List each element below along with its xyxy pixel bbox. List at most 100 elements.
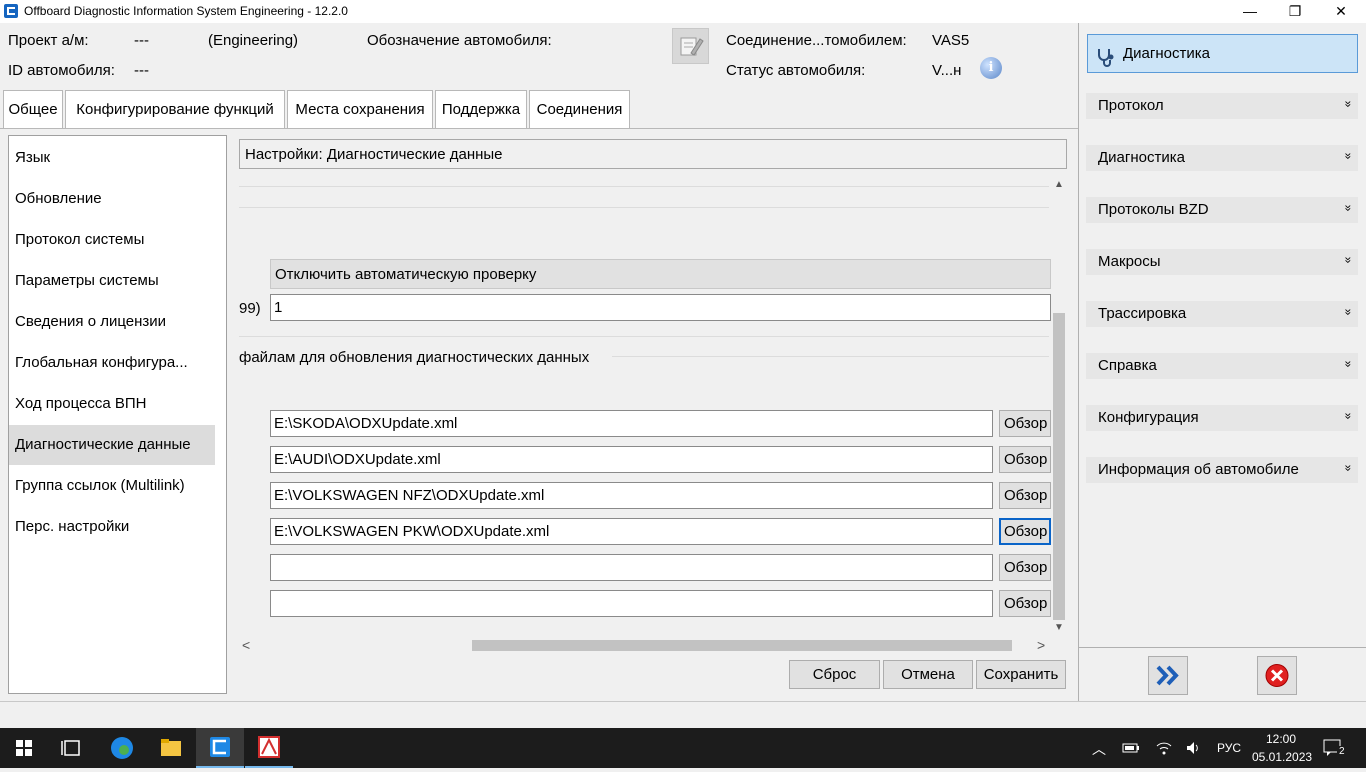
info-icon[interactable]: i [980,57,1002,79]
connection-value: VAS5 [932,32,970,49]
tab-function-config[interactable]: Конфигурирование функций [65,90,285,128]
diagnostics-button[interactable]: Диагностика [1087,34,1358,73]
horizontal-scroll-thumb[interactable] [472,640,1012,651]
section-label: Диагностика [1098,149,1185,166]
task-view-icon [61,740,80,756]
odis-taskbar-button[interactable] [196,728,244,768]
connection-label: Соединение...томобилем: [726,32,907,49]
settings-nav: Язык Обновление Протокол системы Парамет… [8,135,227,694]
windows-icon [16,740,32,756]
nav-item-global-config[interactable]: Глобальная конфигура... [9,343,215,383]
start-button[interactable] [0,728,48,768]
divider [239,186,1049,187]
panel-section-vehicle-info[interactable]: Информация об автомобиле » [1086,457,1358,483]
vehicle-status-label: Статус автомобиля: [726,62,866,79]
close-circle-icon [1265,664,1289,687]
vehicle-designation-label: Обозначение автомобиля: [367,32,552,49]
task-view-button[interactable] [48,728,96,768]
clock-time[interactable]: 12:00 [1266,732,1296,746]
notification-count: 2 [1337,746,1347,757]
odx-path-input-2[interactable]: E:\AUDI\ODXUpdate.xml [270,446,993,473]
tab-general[interactable]: Общее [3,90,63,128]
language-indicator[interactable]: РУС [1217,741,1241,755]
scroll-right-arrow[interactable]: > [1037,637,1045,653]
odx-path-input-6[interactable] [270,590,993,617]
save-button[interactable]: Сохранить [976,660,1066,689]
wifi-icon[interactable] [1155,740,1173,760]
tab-connections[interactable]: Соединения [529,90,630,128]
chevron-down-icon: » [1341,464,1356,472]
browse-button-2[interactable]: Обзор [999,446,1051,473]
nav-item-license-info[interactable]: Сведения о лицензии [9,302,215,342]
nav-item-update[interactable]: Обновление [9,179,215,219]
nav-item-personal-settings[interactable]: Перс. настройки [9,507,215,547]
section-label: Конфигурация [1098,409,1199,426]
battery-icon[interactable] [1122,741,1140,759]
nav-item-system-log[interactable]: Протокол системы [9,220,215,260]
odx-path-input-4[interactable]: E:\VOLKSWAGEN PKW\ODXUpdate.xml [270,518,993,545]
maximize-button[interactable]: ❐ [1272,0,1318,23]
panel-section-configuration[interactable]: Конфигурация » [1086,405,1358,431]
diagnostics-button-label: Диагностика [1123,45,1210,62]
scroll-down-arrow[interactable]: ▼ [1054,622,1064,633]
volume-icon[interactable] [1185,740,1203,760]
scroll-left-arrow[interactable]: < [242,637,250,653]
chevron-down-icon: » [1341,100,1356,108]
panel-section-tracing[interactable]: Трассировка » [1086,301,1358,327]
panel-section-macros[interactable]: Макросы » [1086,249,1358,275]
double-chevron-right-icon [1156,665,1179,686]
panel-section-protocol[interactable]: Протокол » [1086,93,1358,119]
edge-taskbar-button[interactable] [98,728,146,768]
nav-item-diagnostic-data[interactable]: Диагностические данные [9,425,215,465]
status-bar [0,701,1366,729]
panel-section-bzd-protocols[interactable]: Протоколы BZD » [1086,197,1358,223]
browse-button-1[interactable]: Обзор [999,410,1051,437]
tab-storage-locations[interactable]: Места сохранения [287,90,433,128]
edge-icon [111,737,133,759]
vehicle-id-value: --- [134,62,149,79]
browse-button-3[interactable]: Обзор [999,482,1051,509]
section-label: Трассировка [1098,305,1187,322]
chevron-down-icon: » [1341,360,1356,368]
nav-item-vpn-progress[interactable]: Ход процесса ВПН [9,384,215,424]
project-label: Проект а/м: [8,32,89,49]
disable-auto-check-button[interactable]: Отключить автоматическую проверку [270,259,1051,289]
odx-path-input-5[interactable] [270,554,993,581]
nav-item-language[interactable]: Язык [9,138,215,178]
vehicle-id-label: ID автомобиля: [8,62,115,79]
edit-vehicle-button[interactable] [672,28,709,64]
odx-path-input-3[interactable]: E:\VOLKSWAGEN NFZ\ODXUpdate.xml [270,482,993,509]
scroll-up-arrow[interactable]: ▲ [1054,179,1064,190]
panel-section-help[interactable]: Справка » [1086,353,1358,379]
odx-path-input-1[interactable]: E:\SKODA\ODXUpdate.xml [270,410,993,437]
browse-button-5[interactable]: Обзор [999,554,1051,581]
edit-icon [680,37,704,56]
section-label: Протоколы BZD [1098,201,1209,218]
minimize-button[interactable]: — [1227,0,1273,23]
close-button[interactable]: ✕ [1318,0,1364,23]
forward-button[interactable] [1148,656,1188,695]
browse-button-4[interactable]: Обзор [999,518,1051,545]
panel-section-diagnostics[interactable]: Диагностика » [1086,145,1358,171]
section-label: Протокол [1098,97,1164,114]
tabs-divider [0,128,1078,129]
explorer-taskbar-button[interactable] [147,728,195,768]
cancel-button[interactable]: Отмена [883,660,973,689]
exit-button[interactable] [1257,656,1297,695]
nav-item-multilink-group[interactable]: Группа ссылок (Multilink) [9,466,215,506]
divider [239,336,1049,337]
count-input[interactable]: 1 [270,294,1051,321]
stethoscope-icon [1096,44,1116,81]
reset-button[interactable]: Сброс [789,660,880,689]
mode-label: (Engineering) [208,32,299,49]
app-taskbar-button[interactable] [245,728,293,768]
tab-support[interactable]: Поддержка [435,90,527,128]
section-label: Справка [1098,357,1157,374]
chevron-down-icon: » [1341,204,1356,212]
app-icon-red [258,736,280,758]
nav-item-system-params[interactable]: Параметры системы [9,261,215,301]
chevron-up-icon[interactable]: ︿ [1092,739,1106,759]
browse-button-6[interactable]: Обзор [999,590,1051,617]
clock-date[interactable]: 05.01.2023 [1252,750,1312,764]
vertical-scroll-thumb[interactable] [1053,313,1065,620]
